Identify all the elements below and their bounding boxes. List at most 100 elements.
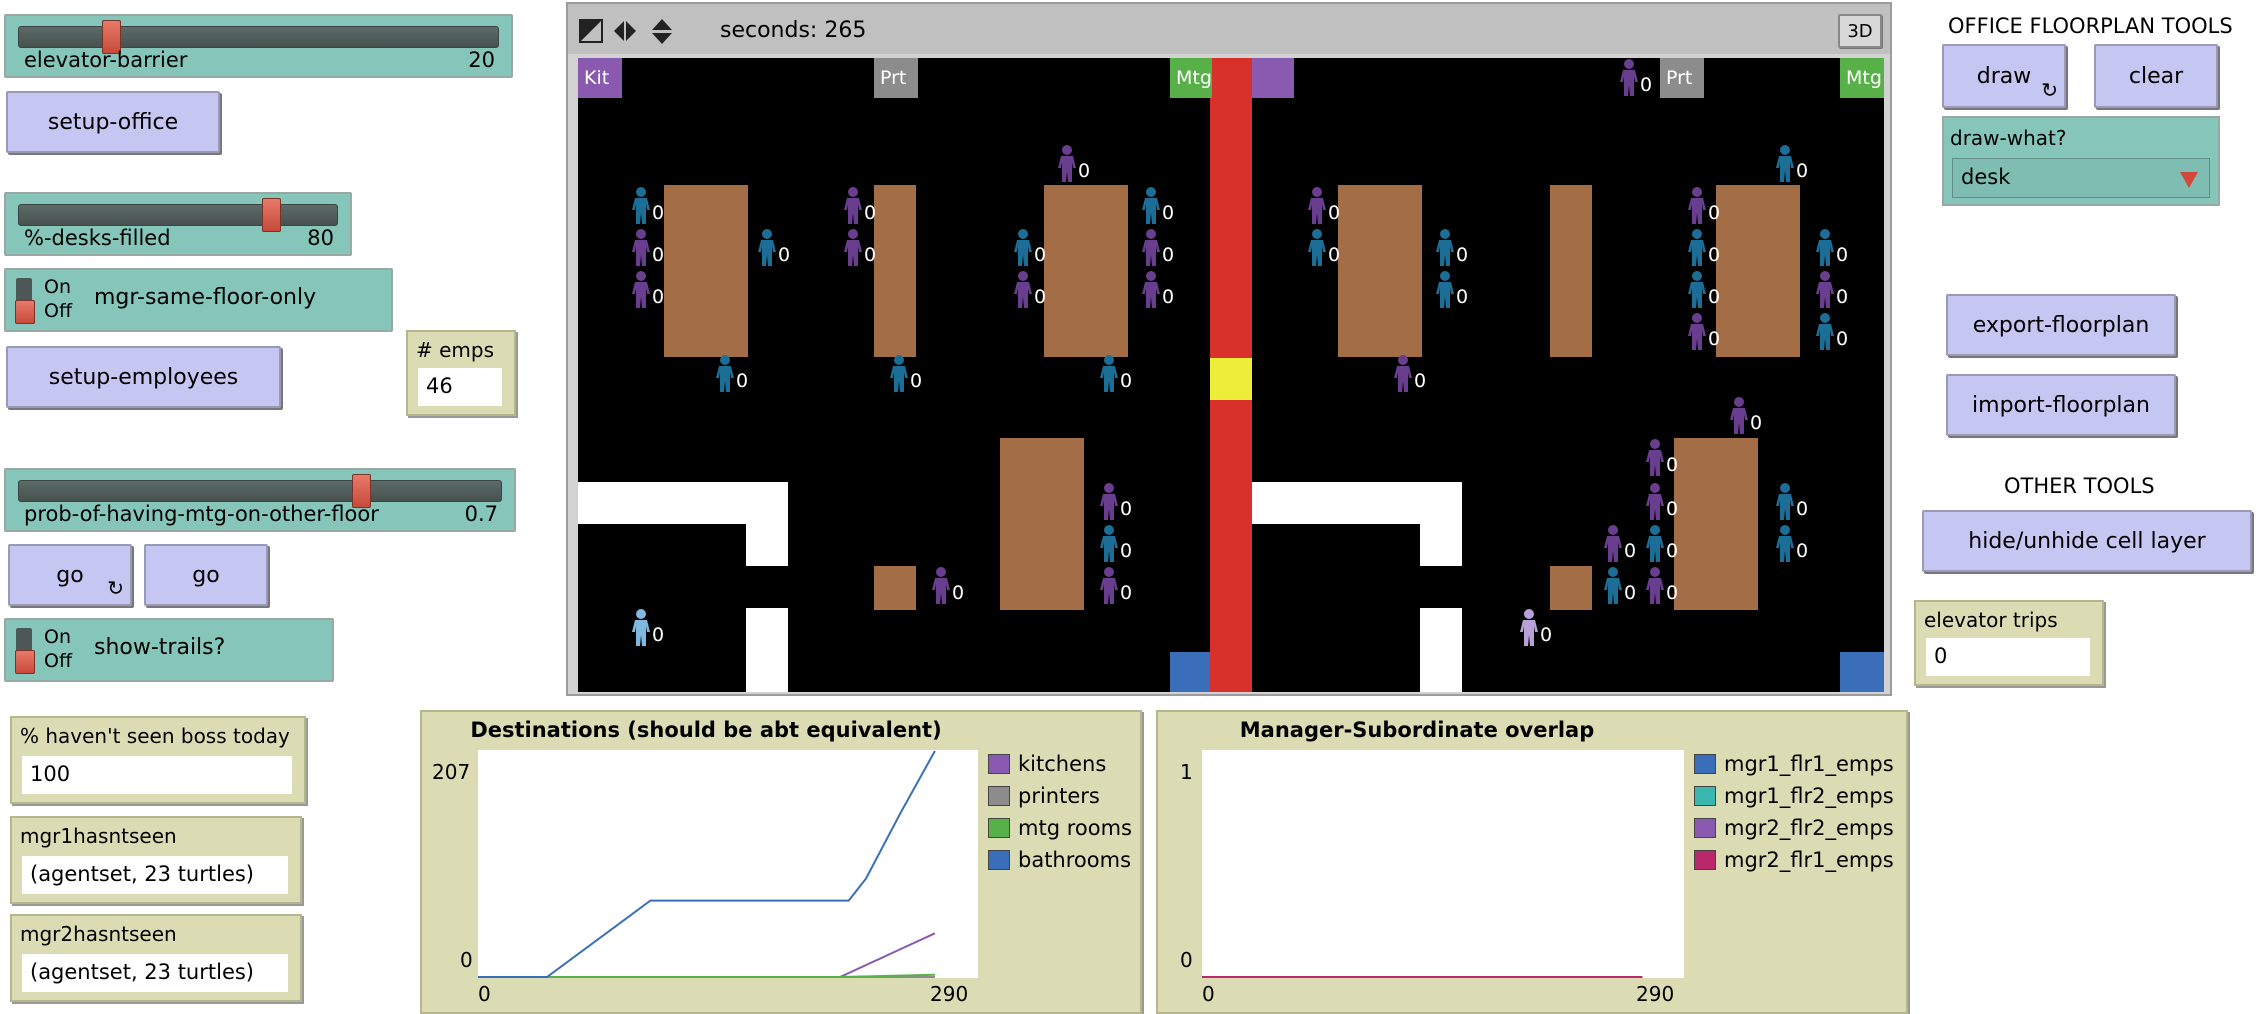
employee[interactable] (930, 566, 952, 606)
employee[interactable] (1644, 566, 1666, 606)
slider-track[interactable] (18, 204, 338, 226)
employee[interactable] (1686, 228, 1708, 268)
employee[interactable] (630, 270, 652, 310)
slider-name: elevator-barrier (24, 48, 188, 72)
mgr-same-floor-only-switch[interactable]: On Off mgr-same-floor-only (4, 268, 393, 332)
employee[interactable] (1098, 482, 1120, 522)
employee[interactable] (1686, 312, 1708, 352)
prob-mtg-other-floor-slider[interactable]: prob-of-having-mtg-on-other-floor 0.7 (4, 468, 516, 532)
view-control-icons[interactable] (578, 18, 682, 48)
employee[interactable] (1602, 524, 1624, 564)
desk (1000, 438, 1084, 610)
3d-button[interactable]: 3D (1838, 14, 1882, 48)
employee[interactable] (1602, 566, 1624, 606)
employee[interactable] (714, 354, 736, 394)
employee[interactable] (1434, 228, 1456, 268)
employee[interactable] (842, 186, 864, 226)
employee[interactable] (1686, 270, 1708, 310)
setup-office-button[interactable]: setup-office (6, 91, 220, 153)
agent-label: 0 (1456, 286, 1469, 308)
legend-swatch (988, 850, 1010, 870)
employee[interactable] (1814, 270, 1836, 310)
employee[interactable] (1814, 228, 1836, 268)
slider-track[interactable] (18, 26, 499, 48)
employee[interactable] (1774, 144, 1796, 184)
employee[interactable] (1306, 228, 1328, 268)
plot-title: Manager-Subordinate overlap (1239, 718, 1595, 742)
employee[interactable] (1644, 524, 1666, 564)
switch-knob[interactable] (15, 650, 35, 674)
agent-label: 0 (952, 582, 965, 604)
employee[interactable] (1012, 270, 1034, 310)
world[interactable]: Kit Prt Mtg Prt Mtg 0 0 0 0 0 0 0 0 0 0 0 0 … (578, 58, 1884, 692)
slider-thumb[interactable] (262, 198, 281, 232)
employee[interactable] (630, 228, 652, 268)
monitor-label: mgr1hasntseen (20, 824, 177, 848)
employee[interactable] (1392, 354, 1414, 394)
agent-label: 0 (1120, 498, 1133, 520)
employee[interactable] (1140, 228, 1162, 268)
agent-label: 0 (1034, 244, 1047, 266)
employee[interactable] (756, 228, 778, 268)
agent-label: 0 (864, 244, 877, 266)
agent-label: 0 (1836, 328, 1849, 350)
room-label: Kit (584, 67, 610, 89)
elevator-barrier-slider[interactable]: elevator-barrier 20 (4, 14, 513, 78)
import-floorplan-button[interactable]: import-floorplan (1946, 374, 2176, 436)
draw-what-chooser[interactable]: draw-what? desk (1942, 116, 2220, 206)
switch-label: show-trails? (94, 635, 226, 660)
employee[interactable] (1814, 312, 1836, 352)
employee[interactable] (1774, 524, 1796, 564)
hide-unhide-cell-layer-button[interactable]: hide/unhide cell layer (1922, 510, 2252, 572)
employee[interactable] (630, 608, 652, 648)
setup-employees-button[interactable]: setup-employees (6, 346, 281, 408)
employee[interactable] (888, 354, 910, 394)
employee[interactable] (1098, 524, 1120, 564)
employee[interactable] (842, 228, 864, 268)
y-tick-min: 0 (460, 948, 473, 972)
slider-track[interactable] (18, 480, 502, 502)
legend-label: printers (1018, 784, 1100, 808)
agent-label: 0 (1708, 202, 1721, 224)
room-label: Prt (1666, 67, 1693, 89)
mgr1-hasnt-seen-monitor: mgr1hasntseen (agentset, 23 turtles) (10, 816, 302, 904)
employee[interactable] (1644, 438, 1666, 478)
agent-label: 0 (652, 286, 665, 308)
go-once-button[interactable]: go (144, 544, 268, 606)
legend-label: bathrooms (1018, 848, 1132, 872)
agent-label: 0 (1836, 286, 1849, 308)
monitor-value: 100 (22, 756, 292, 794)
employee[interactable] (1728, 396, 1750, 436)
legend-label: mgr2_flr1_emps (1724, 848, 1894, 872)
employee[interactable] (1774, 482, 1796, 522)
employee[interactable] (1434, 270, 1456, 310)
employee[interactable] (1140, 270, 1162, 310)
employee[interactable] (1098, 566, 1120, 606)
printer-marker: Prt (1660, 58, 1704, 98)
employee[interactable] (630, 186, 652, 226)
x-tick-max: 290 (930, 982, 969, 1006)
forever-icon: ↻ (107, 576, 124, 600)
employee[interactable] (1306, 186, 1328, 226)
go-forever-button[interactable]: go ↻ (8, 544, 132, 606)
x-tick-min: 0 (478, 982, 491, 1006)
employee[interactable] (1140, 186, 1162, 226)
desk (1550, 566, 1592, 610)
employee[interactable] (1056, 144, 1078, 184)
employee[interactable] (1518, 608, 1540, 648)
show-trails-switch[interactable]: On Off show-trails? (4, 618, 334, 682)
clear-button[interactable]: clear (2094, 44, 2218, 108)
legend-swatch (1694, 818, 1716, 838)
pct-desks-filled-slider[interactable]: %-desks-filled 80 (4, 192, 352, 256)
employee[interactable] (1644, 482, 1666, 522)
switch-knob[interactable] (15, 300, 35, 324)
employee[interactable] (1012, 228, 1034, 268)
legend-item: mgr1_flr1_emps (1694, 752, 1894, 776)
employee[interactable] (1098, 354, 1120, 394)
employee[interactable] (1686, 186, 1708, 226)
export-floorplan-button[interactable]: export-floorplan (1946, 294, 2176, 356)
draw-button[interactable]: draw ↻ (1942, 44, 2066, 108)
monitor-label: % haven't seen boss today (20, 724, 290, 748)
employee[interactable] (1618, 58, 1640, 98)
chooser-select[interactable]: desk (1952, 158, 2210, 198)
